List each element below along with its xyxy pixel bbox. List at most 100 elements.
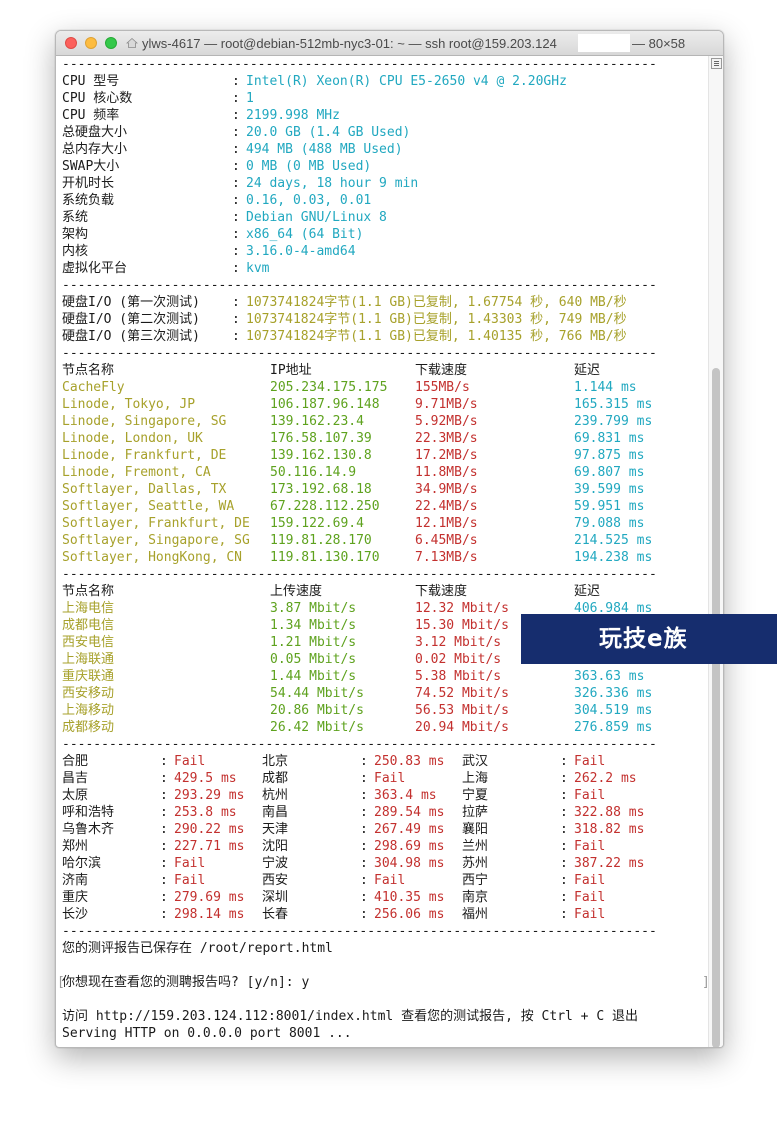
table-cell: 15.30 Mbit/s	[415, 618, 509, 633]
table-cell: Linode, Tokyo, JP	[62, 397, 196, 412]
ping-value: 363.4 ms	[374, 788, 437, 803]
download-table-row: Linode, Frankfurt, DE 139.162.130.8 17.2MB…	[62, 447, 702, 464]
download-table-row: Softlayer, HongKong, CN 119.81.130.170 7.1…	[62, 549, 702, 566]
column-header: IP地址	[270, 363, 312, 378]
city-name: 上海	[462, 771, 489, 786]
table-cell: 上海电信	[62, 601, 115, 616]
prompt-text: 你想现在查看您的测聘报告吗? [y/n]: y	[62, 975, 310, 990]
system-info-row: 虚拟化平台: kvm	[62, 260, 702, 277]
table-cell: 20.94 Mbit/s	[415, 720, 509, 735]
colon: :	[560, 788, 568, 803]
colon: :	[232, 227, 240, 242]
table-cell: 5.38 Mbit/s	[415, 669, 502, 684]
separator-dashes: ----------------------------------------…	[62, 57, 657, 72]
table-cell: 363.63 ms	[574, 669, 645, 684]
speed-table-header: 节点名称 上传速度 下载速度 延迟	[62, 583, 702, 600]
ping-row: 太原:293.29 ms 杭州:363.4 ms 宁夏: Fail	[62, 787, 702, 804]
column-header: 延迟	[574, 584, 601, 599]
info-label: CPU 型号	[62, 74, 120, 89]
ping-value: 227.71 ms	[174, 839, 245, 854]
info-value: 20.0 GB (1.4 GB Used)	[246, 125, 411, 140]
window-size-label: — 80×58	[632, 36, 686, 51]
table-cell: 326.336 ms	[574, 686, 653, 701]
city-name: 杭州	[262, 788, 289, 803]
system-info-row: SWAP大小:0 MB (0 MB Used)	[62, 158, 702, 175]
info-value: 0 MB (0 MB Used)	[246, 159, 372, 174]
colon: :	[232, 176, 240, 191]
info-value: 494 MB (488 MB Used)	[246, 142, 403, 157]
colon: :	[160, 822, 168, 837]
ping-value: 256.06 ms	[374, 907, 445, 922]
colon: :	[360, 771, 368, 786]
colon: :	[560, 907, 568, 922]
system-info-row: 开机时长:24 days, 18 hour 9 min	[62, 175, 702, 192]
ping-row: 呼和浩特:253.8 ms 南昌:289.54 ms 拉萨:322.88 ms	[62, 804, 702, 821]
table-cell: Softlayer, Seattle, WA	[62, 499, 235, 514]
title-bar[interactable]: ylws-4617 — root@debian-512mb-nyc3-01: ~…	[56, 31, 723, 56]
download-table-row: Softlayer, Seattle, WA 67.228.112.250 22.4…	[62, 498, 702, 515]
ping-value: 289.54 ms	[374, 805, 445, 820]
colon: :	[160, 856, 168, 871]
colon: :	[232, 312, 240, 327]
colon: :	[360, 907, 368, 922]
table-cell: 9.71MB/s	[415, 397, 478, 412]
disk-io-value: 1073741824字节(1.1 GB)已复制, 1.40135 秒, 766 …	[246, 329, 627, 344]
table-cell: 12.1MB/s	[415, 516, 478, 531]
separator-dashes: ----------------------------------------…	[62, 737, 657, 752]
colon: :	[232, 91, 240, 106]
ping-value: 262.2 ms	[574, 771, 637, 786]
table-cell: 97.875 ms	[574, 448, 645, 463]
download-table-row: Linode, Tokyo, JP 106.187.96.148 9.71MB/s 1…	[62, 396, 702, 413]
city-name: 成都	[262, 771, 289, 786]
ping-value: 429.5 ms	[174, 771, 237, 786]
zoom-button[interactable]	[105, 37, 117, 49]
terminal-output[interactable]: ----------------------------------------…	[57, 56, 710, 1042]
city-name: 长沙	[62, 907, 89, 922]
city-name: 西宁	[462, 873, 489, 888]
scroll-menu-icon[interactable]	[711, 58, 722, 69]
scroll-thumb[interactable]	[712, 368, 720, 1047]
city-name: 福州	[462, 907, 489, 922]
ping-value: Fail	[374, 771, 406, 786]
colon: :	[360, 754, 368, 769]
download-table-row: Softlayer, Dallas, TX 173.192.68.18 34.9MB…	[62, 481, 702, 498]
minimize-button[interactable]	[85, 37, 97, 49]
ping-row: 合肥: Fail 北京:250.83 ms 武汉: Fail	[62, 753, 702, 770]
separator: ----------------------------------------…	[62, 56, 702, 73]
colon: :	[232, 193, 240, 208]
ping-row: 昌吉:429.5 ms 成都: Fail 上海:262.2 ms	[62, 770, 702, 787]
info-label: 开机时长	[62, 176, 115, 191]
home-icon	[126, 37, 138, 48]
table-cell: 22.4MB/s	[415, 499, 478, 514]
table-cell: CacheFly	[62, 380, 125, 395]
table-cell: 上海联通	[62, 652, 115, 667]
report-saved-text: 您的测评报告已保存在 /root/report.html	[62, 941, 333, 956]
info-label: 系统	[62, 210, 89, 225]
info-label: SWAP大小	[62, 159, 120, 174]
serving-text: Serving HTTP on 0.0.0.0 port 8001 ...	[62, 1026, 352, 1041]
speed-table-row: 重庆联通 1.44 Mbit/s 5.38 Mbit/s 363.63 ms	[62, 668, 702, 685]
city-name: 拉萨	[462, 805, 489, 820]
ping-row: 乌鲁木齐:290.22 ms 天津:267.49 ms 襄阳:318.82 ms	[62, 821, 702, 838]
info-value: 3.16.0-4-amd64	[246, 244, 356, 259]
system-info-row: 总内存大小:494 MB (488 MB Used)	[62, 141, 702, 158]
disk-io-value: 1073741824字节(1.1 GB)已复制, 1.43303 秒, 749 …	[246, 312, 627, 327]
table-cell: 106.187.96.148	[270, 397, 380, 412]
separator-dashes: ----------------------------------------…	[62, 924, 657, 939]
city-name: 沈阳	[262, 839, 289, 854]
table-cell: 214.525 ms	[574, 533, 653, 548]
info-value: x86_64 (64 Bit)	[246, 227, 364, 242]
colon: :	[232, 295, 240, 310]
system-info-row: 系统: Debian GNU/Linux 8	[62, 209, 702, 226]
info-value: 24 days, 18 hour 9 min	[246, 176, 419, 191]
city-name: 呼和浩特	[62, 805, 115, 820]
info-value: 0.16, 0.03, 0.01	[246, 193, 372, 208]
scrollbar[interactable]	[708, 56, 723, 1047]
city-name: 南昌	[262, 805, 289, 820]
table-cell: 159.122.69.4	[270, 516, 364, 531]
ping-value: Fail	[174, 873, 206, 888]
city-name: 昌吉	[62, 771, 89, 786]
ping-value: Fail	[574, 873, 606, 888]
close-button[interactable]	[65, 37, 77, 49]
